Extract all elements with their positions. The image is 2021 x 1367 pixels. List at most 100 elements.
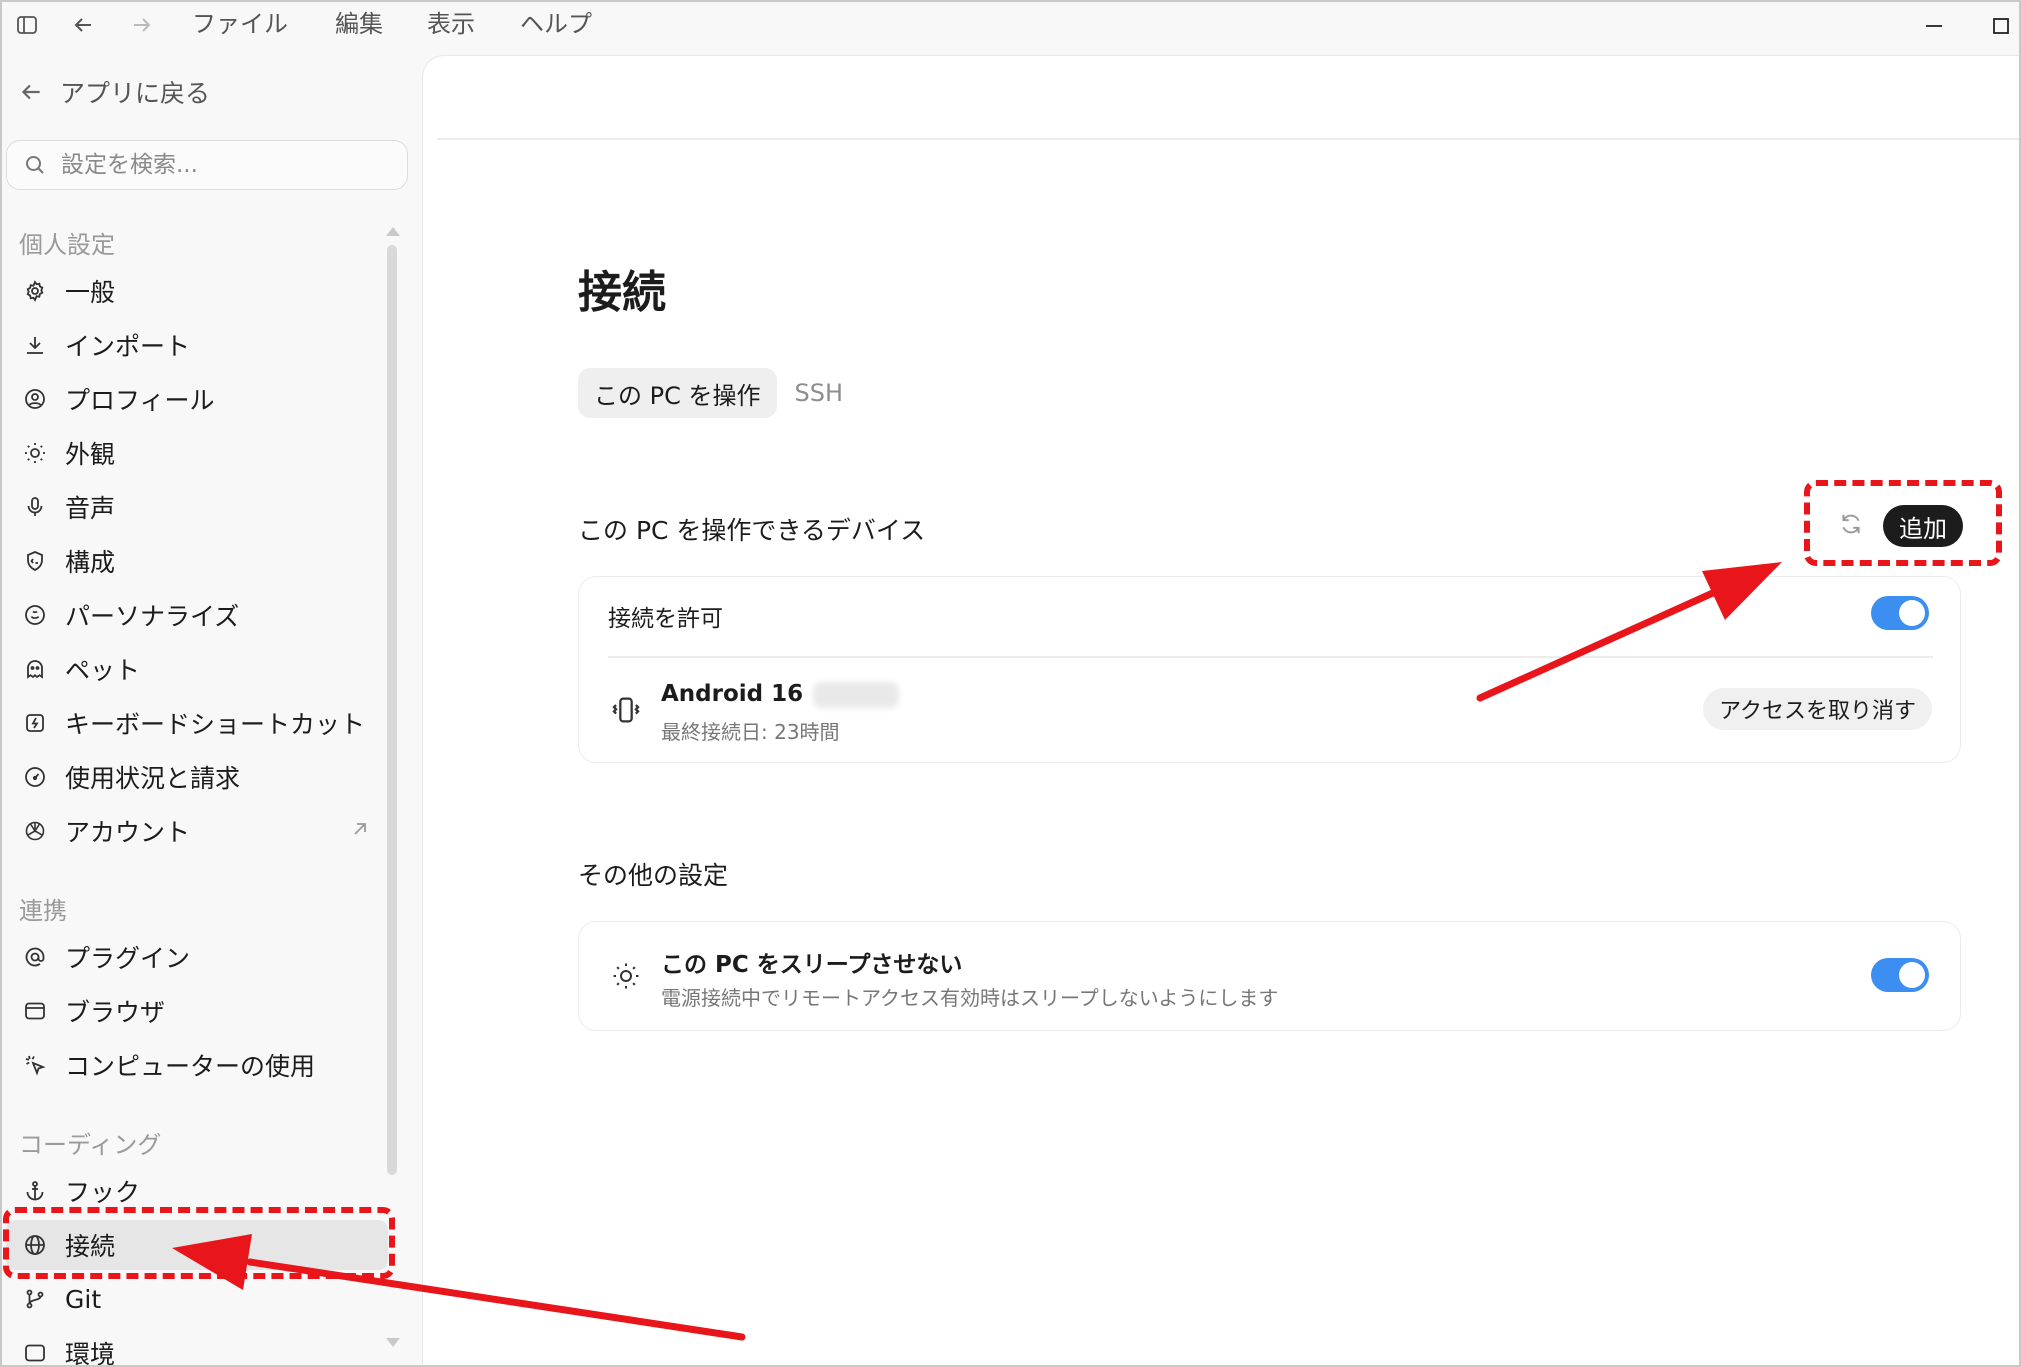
sidebar-item-git[interactable]: Git [6,1274,388,1324]
connection-tabs: この PC を操作 SSH [578,368,845,418]
allow-connections-toggle[interactable] [1871,596,1929,630]
sidebar-item-import[interactable]: インポート [6,320,388,370]
sidebar-item-shortcuts[interactable]: キーボードショートカット [6,698,388,748]
cursor-click-icon [21,1051,49,1079]
section-label-personal: 個人設定 [19,231,115,259]
sidebar-scrollbar[interactable] [386,227,400,1347]
other-settings-title: その他の設定 [578,861,729,890]
maximize-icon[interactable] [1981,8,2021,44]
gauge-icon [21,763,49,791]
allow-connections-label: 接続を許可 [608,606,723,632]
search-input[interactable] [61,152,381,178]
sidebar-item-label: プラグイン [65,944,191,973]
search-icon [26,156,44,174]
download-icon [21,331,49,359]
card-divider [608,656,1933,658]
sidebar-item-label: 外観 [65,440,116,469]
sidebar-item-label: 一般 [65,278,116,307]
menu-help[interactable]: ヘルプ [520,6,592,42]
microphone-icon [21,493,49,521]
sidebar-item-plugins[interactable]: プラグイン [6,932,388,982]
settings-main-panel: 接続 この PC を操作 SSH この PC を操作できるデバイス 追加 接続を… [422,55,2021,1367]
at-sign-icon [21,943,49,971]
sidebar-item-profile[interactable]: プロフィール [6,374,388,424]
window-icon [21,1339,49,1367]
sidebar-item-personalize[interactable]: パーソナライズ [6,590,388,640]
header-divider [437,138,2021,140]
annotation-highlight-connections [3,1207,395,1279]
browser-window-icon [21,997,49,1025]
menu-file[interactable]: ファイル [192,6,288,42]
smile-swirl-icon [21,601,49,629]
sidebar-item-label: プロフィール [65,386,215,415]
prevent-sleep-description: 電源接続中でリモートアクセス有効時はスリープしないようにします [661,986,1279,1010]
ghost-icon [21,655,49,683]
prevent-sleep-title: この PC をスリープさせない [661,952,963,978]
shield-code-icon [21,547,49,575]
devices-card: 接続を許可 Android 16 最終接続日: 23時間 アクセスを取り消す [578,576,1961,763]
minimize-icon[interactable] [1914,8,1954,44]
sidebar-item-label: アカウント [65,818,191,847]
sidebar-item-label: パーソナライズ [65,602,240,631]
redacted-device-id [813,681,900,708]
sidebar-item-label: 構成 [65,548,116,577]
sidebar-item-browser[interactable]: ブラウザ [6,986,388,1036]
sidebar-item-label: コンピューターの使用 [65,1052,316,1081]
prevent-sleep-toggle[interactable] [1871,958,1929,992]
menu-edit[interactable]: 編集 [335,6,383,42]
title-bar: ファイル 編集 表示 ヘルプ [0,0,2021,52]
sidebar-item-label: 環境 [65,1340,116,1367]
sidebar-item-label: 使用状況と請求 [65,764,241,793]
sidebar-toggle-icon[interactable] [12,10,42,40]
other-settings-card: この PC をスリープさせない 電源接続中でリモートアクセス有効時はスリープしな… [578,921,1961,1031]
sidebar-item-appearance[interactable]: 外観 [6,428,388,478]
back-arrow-icon [21,84,40,100]
sidebar-item-label: キーボードショートカット [65,710,366,739]
sidebar-item-environment[interactable]: 環境 [6,1328,388,1367]
sidebar-item-pet[interactable]: ペット [6,644,388,694]
section-label-coding: コーディング [19,1131,162,1159]
sidebar-item-label: ペット [65,656,141,685]
back-arrow-icon[interactable] [68,10,98,40]
sidebar-item-label: 音声 [65,494,116,523]
user-circle-icon [21,385,49,413]
page-title: 接続 [578,267,666,318]
back-to-app-link[interactable]: アプリに戻る [18,72,210,112]
sidebar-item-label: インポート [65,332,191,361]
sidebar-item-label: ブラウザ [65,998,166,1027]
settings-search[interactable] [6,140,408,190]
anchor-icon [21,1177,49,1205]
openai-logo-icon [21,817,49,845]
sun-icon [608,958,644,994]
sun-icon [21,439,49,467]
back-to-app-label: アプリに戻る [60,79,211,108]
scroll-up-icon[interactable] [386,227,400,236]
settings-sidebar: アプリに戻る 個人設定 一般 インポート プロフィール 外観 音声 構成 パーソ… [0,52,422,1367]
sidebar-item-general[interactable]: 一般 [6,266,388,316]
sidebar-item-config[interactable]: 構成 [6,536,388,586]
tab-control-this-pc[interactable]: この PC を操作 [578,368,777,418]
devices-section-title: この PC を操作できるデバイス [578,516,926,545]
external-link-icon [348,817,376,845]
menu-view[interactable]: 表示 [427,6,475,42]
device-list-item: Android 16 [661,681,900,708]
sidebar-item-computer-use[interactable]: コンピューターの使用 [6,1040,388,1090]
sidebar-item-voice[interactable]: 音声 [6,482,388,532]
bolt-square-icon [21,709,49,737]
sidebar-item-account[interactable]: アカウント [6,806,388,856]
scrollbar-thumb[interactable] [387,245,397,1175]
tab-ssh[interactable]: SSH [793,368,846,418]
sidebar-item-usage[interactable]: 使用状況と請求 [6,752,388,802]
device-last-connected: 最終接続日: 23時間 [661,720,840,744]
sidebar-item-label: フック [65,1178,141,1207]
forward-arrow-icon[interactable] [127,10,157,40]
revoke-access-button[interactable]: アクセスを取り消す [1703,688,1932,730]
scroll-down-icon[interactable] [386,1338,400,1347]
phone-vibrate-icon [608,692,644,728]
annotation-highlight-add [1804,480,2002,566]
gear-icon [21,277,49,305]
sidebar-item-label: Git [65,1284,102,1314]
section-label-integrations: 連携 [19,897,67,925]
device-name: Android 16 [661,681,804,707]
git-branch-icon [21,1285,49,1313]
